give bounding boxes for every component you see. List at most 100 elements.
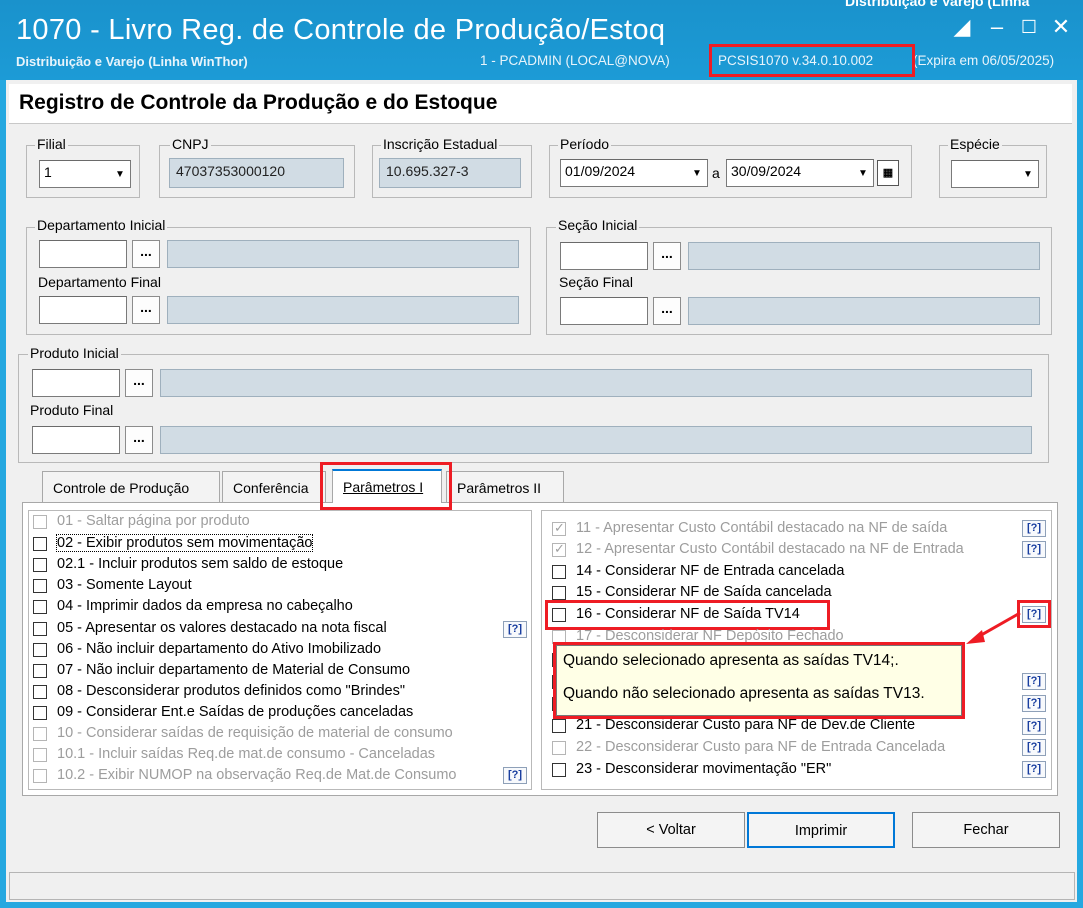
option-05: 05 - Apresentar os valores destacado na … bbox=[57, 620, 387, 636]
option-10-2: 10.2 - Exibir NUMOP na observação Req.de… bbox=[57, 767, 457, 783]
checkbox[interactable] bbox=[552, 586, 566, 600]
checkbox[interactable] bbox=[33, 579, 47, 593]
secao-final-input[interactable] bbox=[560, 297, 648, 325]
depto-final-label: Departamento Final bbox=[38, 274, 161, 290]
checkbox[interactable] bbox=[33, 685, 47, 699]
produto-final-input[interactable] bbox=[32, 426, 120, 454]
option-10-material: 10 - Considerar saídas de requisição de … bbox=[57, 725, 453, 741]
option-14: 14 - Considerar NF de Entrada cancelada bbox=[576, 563, 845, 579]
tab-controle-producao[interactable]: Controle de Produção bbox=[42, 471, 220, 502]
help-icon[interactable]: [?] bbox=[1022, 761, 1046, 778]
produto-final-lookup-button[interactable]: ... bbox=[125, 426, 153, 454]
produto-inicial-input[interactable] bbox=[32, 369, 120, 397]
checkbox[interactable] bbox=[33, 600, 47, 614]
depto-inicial-input[interactable] bbox=[39, 240, 127, 268]
option-12: 12 - Apresentar Custo Contábil destacado… bbox=[576, 541, 964, 557]
checkbox[interactable] bbox=[552, 565, 566, 579]
help-icon[interactable]: [?] bbox=[503, 767, 527, 784]
depto-final-desc bbox=[167, 296, 519, 324]
produto-final-label: Produto Final bbox=[30, 402, 114, 418]
checkbox[interactable] bbox=[33, 643, 47, 657]
option-11: 11 - Apresentar Custo Contábil destacado… bbox=[576, 520, 948, 536]
periodo-inicio-input[interactable]: 01/09/2024 ▼ bbox=[560, 159, 708, 187]
close-icon[interactable]: ✕ bbox=[1047, 14, 1075, 42]
option-03: 03 - Somente Layout bbox=[57, 577, 192, 593]
tab-parametros-ii[interactable]: Parâmetros II bbox=[446, 471, 564, 502]
checkbox[interactable] bbox=[33, 664, 47, 678]
cnpj-field: 47037353000120 bbox=[169, 158, 344, 188]
minimize-icon[interactable]: – bbox=[983, 14, 1011, 42]
top-right-text: Distribuição e Varejo (Linha bbox=[845, 0, 1030, 9]
calendar-icon[interactable]: ▦ bbox=[877, 160, 899, 186]
chevron-down-icon[interactable]: ▼ bbox=[111, 162, 129, 186]
arrow-icon bbox=[966, 611, 1021, 644]
close-button[interactable]: Fechar bbox=[912, 812, 1060, 848]
periodo-fim-value: 30/09/2024 bbox=[731, 163, 802, 179]
secao-final-lookup-button[interactable]: ... bbox=[653, 297, 681, 325]
secao-inicial-lookup-button[interactable]: ... bbox=[653, 242, 681, 270]
secao-inicial-desc bbox=[688, 242, 1040, 270]
chevron-down-icon[interactable]: ▼ bbox=[688, 161, 706, 185]
help-icon[interactable]: [?] bbox=[1022, 673, 1046, 690]
produto-inicial-desc bbox=[160, 369, 1032, 397]
help-icon[interactable]: [?] bbox=[1022, 695, 1046, 712]
produto-final-desc bbox=[160, 426, 1032, 454]
help-icon[interactable]: [?] bbox=[1022, 739, 1046, 756]
checkbox[interactable] bbox=[33, 515, 47, 529]
especie-label: Espécie bbox=[948, 136, 1002, 152]
filial-select[interactable]: 1 ▼ bbox=[39, 160, 131, 188]
checkbox[interactable] bbox=[33, 622, 47, 636]
checkbox[interactable] bbox=[552, 763, 566, 777]
option-07: 07 - Não incluir departamento de Materia… bbox=[57, 662, 411, 678]
checkbox[interactable] bbox=[552, 520, 566, 536]
ie-field: 10.695.327-3 bbox=[379, 158, 521, 188]
periodo-fim-input[interactable]: 30/09/2024 ▼ bbox=[726, 159, 874, 187]
especie-select[interactable]: ▼ bbox=[951, 160, 1039, 188]
checkbox[interactable] bbox=[33, 727, 47, 741]
tab-conferencia[interactable]: Conferência bbox=[222, 471, 326, 502]
checkbox[interactable] bbox=[33, 537, 47, 551]
print-button[interactable]: Imprimir bbox=[747, 812, 895, 848]
option-23: 23 - Desconsiderar movimentação "ER" bbox=[576, 761, 832, 777]
option-15: 15 - Considerar NF de Saída cancelada bbox=[576, 584, 832, 600]
ie-label: Inscrição Estadual bbox=[381, 136, 500, 152]
option-10-1: 10.1 - Incluir saídas Req.de mat.de cons… bbox=[57, 746, 436, 762]
help-icon[interactable]: [?] bbox=[1022, 541, 1046, 558]
help-icon[interactable]: [?] bbox=[503, 621, 527, 638]
help-icon[interactable]: [?] bbox=[1022, 520, 1046, 537]
filial-value: 1 bbox=[44, 164, 52, 180]
restore-icon[interactable]: ◢ bbox=[948, 14, 976, 42]
option-22: 22 - Desconsiderar Custo para NF de Entr… bbox=[576, 739, 946, 755]
depto-inicial-lookup-button[interactable]: ... bbox=[132, 240, 160, 268]
window-subtitle: Distribuição e Varejo (Linha WinThor) bbox=[16, 54, 248, 69]
option-02-1: 02.1 - Incluir produtos sem saldo de est… bbox=[57, 556, 344, 572]
window-title: 1070 - Livro Reg. de Controle de Produçã… bbox=[16, 14, 666, 46]
checkbox[interactable] bbox=[33, 706, 47, 720]
produto-inicial-lookup-button[interactable]: ... bbox=[125, 369, 153, 397]
checkbox[interactable] bbox=[33, 558, 47, 572]
option-04: 04 - Imprimir dados da empresa no cabeça… bbox=[57, 598, 353, 614]
periodo-label: Período bbox=[558, 136, 612, 152]
periodo-inicio-value: 01/09/2024 bbox=[565, 163, 636, 179]
depto-final-input[interactable] bbox=[39, 296, 127, 324]
periodo-separator: a bbox=[712, 165, 720, 181]
checkbox[interactable] bbox=[33, 748, 47, 762]
maximize-icon[interactable]: ☐ bbox=[1015, 14, 1043, 42]
chevron-down-icon[interactable]: ▼ bbox=[854, 161, 872, 185]
produto-inicial-label: Produto Inicial bbox=[28, 345, 121, 361]
checkbox[interactable] bbox=[552, 541, 566, 557]
checkbox[interactable] bbox=[552, 741, 566, 755]
option-06: 06 - Não incluir departamento do Ativo I… bbox=[57, 641, 382, 657]
depto-final-lookup-button[interactable]: ... bbox=[132, 296, 160, 324]
help-icon[interactable]: [?] bbox=[1022, 718, 1046, 735]
checkbox[interactable] bbox=[552, 719, 566, 733]
secao-inicial-input[interactable] bbox=[560, 242, 648, 270]
checkbox[interactable] bbox=[33, 769, 47, 783]
back-button[interactable]: < Voltar bbox=[597, 812, 745, 848]
secao-final-desc bbox=[688, 297, 1040, 325]
tab-highlight bbox=[320, 462, 452, 510]
option-09: 09 - Considerar Ent.e Saídas de produçõe… bbox=[57, 704, 414, 720]
tooltip-highlight bbox=[553, 642, 965, 719]
chevron-down-icon[interactable]: ▼ bbox=[1019, 162, 1037, 186]
secao-final-label: Seção Final bbox=[559, 274, 633, 290]
